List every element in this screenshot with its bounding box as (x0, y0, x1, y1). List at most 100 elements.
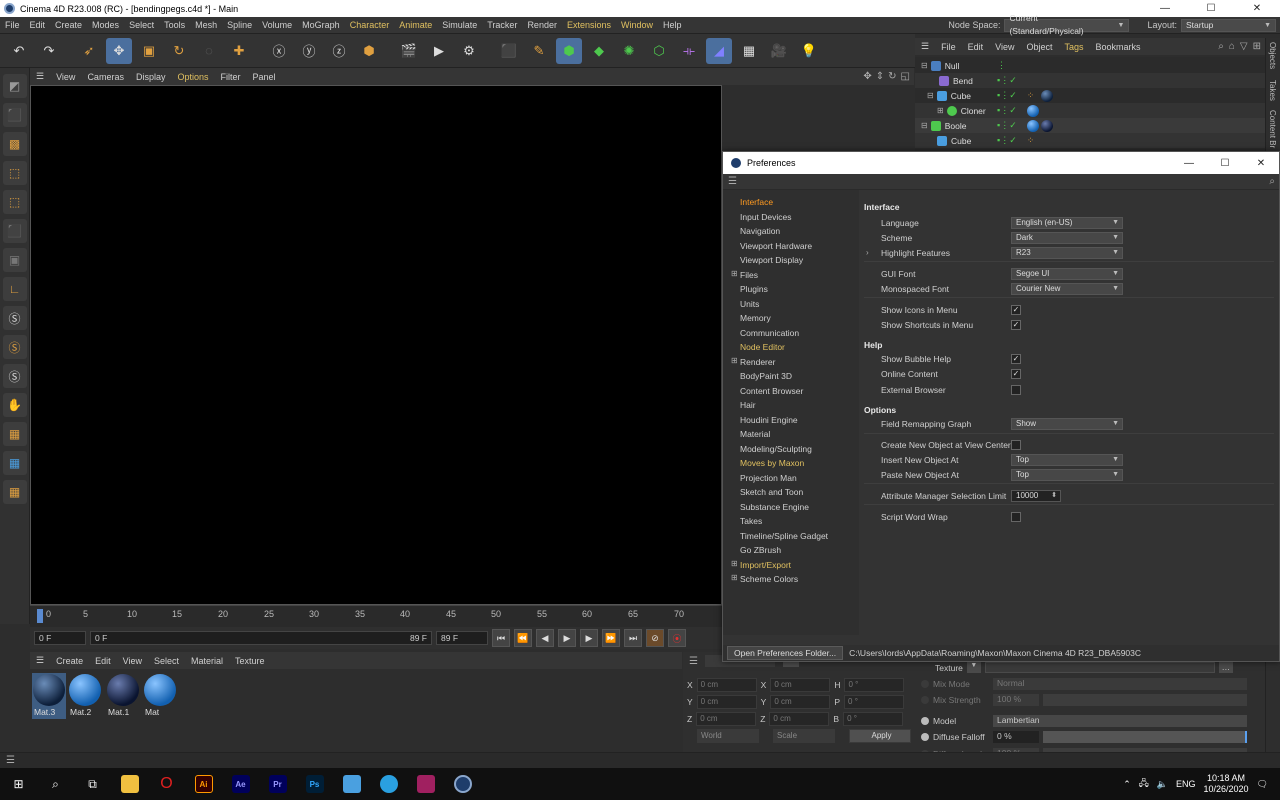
language-dropdown[interactable]: English (en-US) ▼ (1011, 217, 1123, 229)
material-menu-material[interactable]: Material (185, 656, 229, 666)
nav-hair[interactable]: Hair (740, 400, 756, 410)
tree-row-bend[interactable]: Bend ▪⋮✓ (915, 73, 1265, 88)
nav-input-devices[interactable]: Input Devices (740, 212, 792, 222)
viewport-canvas[interactable] (30, 85, 722, 605)
nav-moves-by-maxon[interactable]: Moves by Maxon (740, 458, 804, 468)
texture-field[interactable] (984, 662, 1215, 673)
camera-icon[interactable]: 🎥 (766, 38, 792, 64)
tree-row-null[interactable]: ⊟ Null ⋮ (915, 58, 1265, 73)
nav-substance-engine[interactable]: Substance Engine (740, 502, 809, 512)
uv-mode-icon[interactable]: ▣ (2, 248, 27, 272)
size-z-field[interactable]: 0 cm (769, 712, 830, 726)
menu-select[interactable]: Select (124, 20, 159, 30)
pos-y-field[interactable]: 0 cm (696, 695, 757, 709)
lock-workplane-icon[interactable]: ▦ (2, 451, 27, 475)
render-settings-icon[interactable]: ⚙ (456, 38, 482, 64)
menu-spline[interactable]: Spline (222, 20, 257, 30)
premiere-app[interactable]: Pr (259, 768, 296, 800)
autokey-icon[interactable]: ⦿ (668, 629, 686, 647)
stepper-icon[interactable]: ⬍ (1051, 491, 1057, 501)
phong-tag-icon[interactable]: ⁘ (1027, 135, 1034, 146)
enable-check-icon[interactable]: ▪⋮✓ (997, 90, 1017, 101)
animation-dot-icon[interactable] (921, 680, 929, 688)
next-frame-icon[interactable]: ▶ (580, 629, 598, 647)
maximize-button[interactable]: ☐ (1188, 0, 1234, 17)
nav-units[interactable]: Units (740, 299, 759, 309)
previous-key-icon[interactable]: ⏪ (514, 629, 532, 647)
expand-icon[interactable]: ⊞ (731, 559, 738, 568)
object-menu-bookmarks[interactable]: Bookmarks (1090, 42, 1147, 52)
photoshop-app[interactable]: Ps (296, 768, 333, 800)
tree-row-cube[interactable]: ⊟ Cube ▪⋮✓ ⁘ (915, 88, 1265, 103)
insert-new-object-dropdown[interactable]: Top ▼ (1011, 454, 1123, 466)
windows-start-icon[interactable]: ⊞ (0, 768, 37, 800)
object-menu-edit[interactable]: Edit (962, 42, 990, 52)
nav-modeling-sculpting[interactable]: Modeling/Sculpting (740, 444, 812, 454)
paste-new-object-dropdown[interactable]: Top ▼ (1011, 469, 1123, 481)
pan-icon[interactable]: ✥ (863, 71, 871, 82)
enable-check-icon[interactable]: ▪⋮✓ (997, 135, 1017, 146)
workplane-icon[interactable]: ✋ (2, 393, 27, 417)
after-effects-app[interactable]: Ae (222, 768, 259, 800)
tree-row-boole[interactable]: ⊟ Boole ▪⋮✓ (915, 118, 1265, 133)
subdivision-icon[interactable]: ⬢ (556, 37, 582, 64)
move-tool-icon[interactable]: ✥ (106, 37, 132, 64)
next-key-icon[interactable]: ⏩ (602, 629, 620, 647)
animation-dot-icon[interactable] (921, 733, 929, 741)
world-dropdown[interactable]: World (697, 729, 759, 743)
material-menu-create[interactable]: Create (50, 656, 89, 666)
menu-simulate[interactable]: Simulate (437, 20, 482, 30)
x-axis-lock-icon[interactable]: ⓧ (266, 38, 292, 64)
nav-navigation[interactable]: Navigation (740, 226, 780, 236)
task-view-icon[interactable]: ⧉ (74, 768, 111, 800)
diffuse-falloff-slider[interactable] (1043, 731, 1247, 743)
snap-icon[interactable]: Ⓢ (2, 306, 27, 330)
nav-node-editor[interactable]: Node Editor (740, 342, 785, 352)
snap-settings-icon[interactable]: Ⓢ (2, 335, 27, 359)
size-y-field[interactable]: 0 cm (770, 695, 831, 709)
nav-content-browser[interactable]: Content Browser (740, 386, 803, 396)
home-icon[interactable]: ⌂ (1229, 41, 1235, 52)
zoom-icon[interactable]: ⇕ (876, 71, 884, 82)
material-swatch[interactable]: Mat.1 (106, 673, 140, 719)
viewport-menu-panel[interactable]: Panel (247, 72, 282, 82)
menu-mesh[interactable]: Mesh (190, 20, 222, 30)
hamburger-icon[interactable]: ☰ (915, 41, 935, 52)
nav-material[interactable]: Material (740, 429, 770, 439)
hamburger-icon[interactable]: ☰ (6, 755, 15, 766)
nav-viewport-display[interactable]: Viewport Display (740, 255, 803, 265)
hamburger-icon[interactable]: ☰ (30, 71, 50, 82)
expand-icon[interactable]: ⊞ (731, 573, 738, 582)
volume-icon[interactable]: 🔈 (1157, 779, 1168, 790)
rot-b-field[interactable]: 0 ° (843, 712, 904, 726)
tab-content-browser[interactable]: Content Br (1268, 110, 1277, 148)
animation-dot-icon[interactable] (921, 717, 929, 725)
redo-icon[interactable]: ↷ (36, 38, 62, 64)
enable-check-icon[interactable]: ▪⋮✓ (997, 105, 1017, 116)
clock[interactable]: 10:18 AM 10/26/2020 (1204, 773, 1249, 795)
object-menu-tags[interactable]: Tags (1058, 42, 1089, 52)
axis-mode-icon[interactable]: ∟ (2, 277, 27, 301)
collapse-icon[interactable]: ⊟ (927, 91, 934, 100)
visibility-toggle-icon[interactable]: ⋮ (997, 60, 1006, 71)
cube-icon[interactable]: ⬛ (496, 38, 522, 64)
floor-icon[interactable]: ▦ (736, 38, 762, 64)
maximize-view-icon[interactable]: ◱ (901, 71, 910, 82)
nav-takes[interactable]: Takes (740, 516, 762, 526)
menu-tracker[interactable]: Tracker (482, 20, 522, 30)
extrude-icon[interactable]: ◆ (586, 38, 612, 64)
quantize-icon[interactable]: Ⓢ (2, 364, 27, 388)
field-icon[interactable]: ◢ (706, 37, 732, 64)
points-mode-icon[interactable]: ⬚ (2, 161, 27, 185)
pos-x-field[interactable]: 0 cm (696, 678, 757, 692)
frame-range-slider[interactable]: 0 F 89 F (90, 631, 432, 645)
script-word-wrap-checkbox[interactable] (1011, 512, 1021, 522)
nav-houdini-engine[interactable]: Houdini Engine (740, 415, 798, 425)
bubble-help-checkbox[interactable]: ✓ (1011, 354, 1021, 364)
mix-strength-slider[interactable] (1043, 694, 1247, 706)
notifications-icon[interactable]: 🗨 (1257, 779, 1268, 790)
screenshot-app-icon[interactable] (333, 768, 370, 800)
mix-strength-field[interactable]: 100 % (993, 694, 1039, 706)
winrar-icon[interactable] (407, 768, 444, 800)
tree-row-cloner[interactable]: ⊞ Cloner ▪⋮✓ (915, 103, 1265, 118)
